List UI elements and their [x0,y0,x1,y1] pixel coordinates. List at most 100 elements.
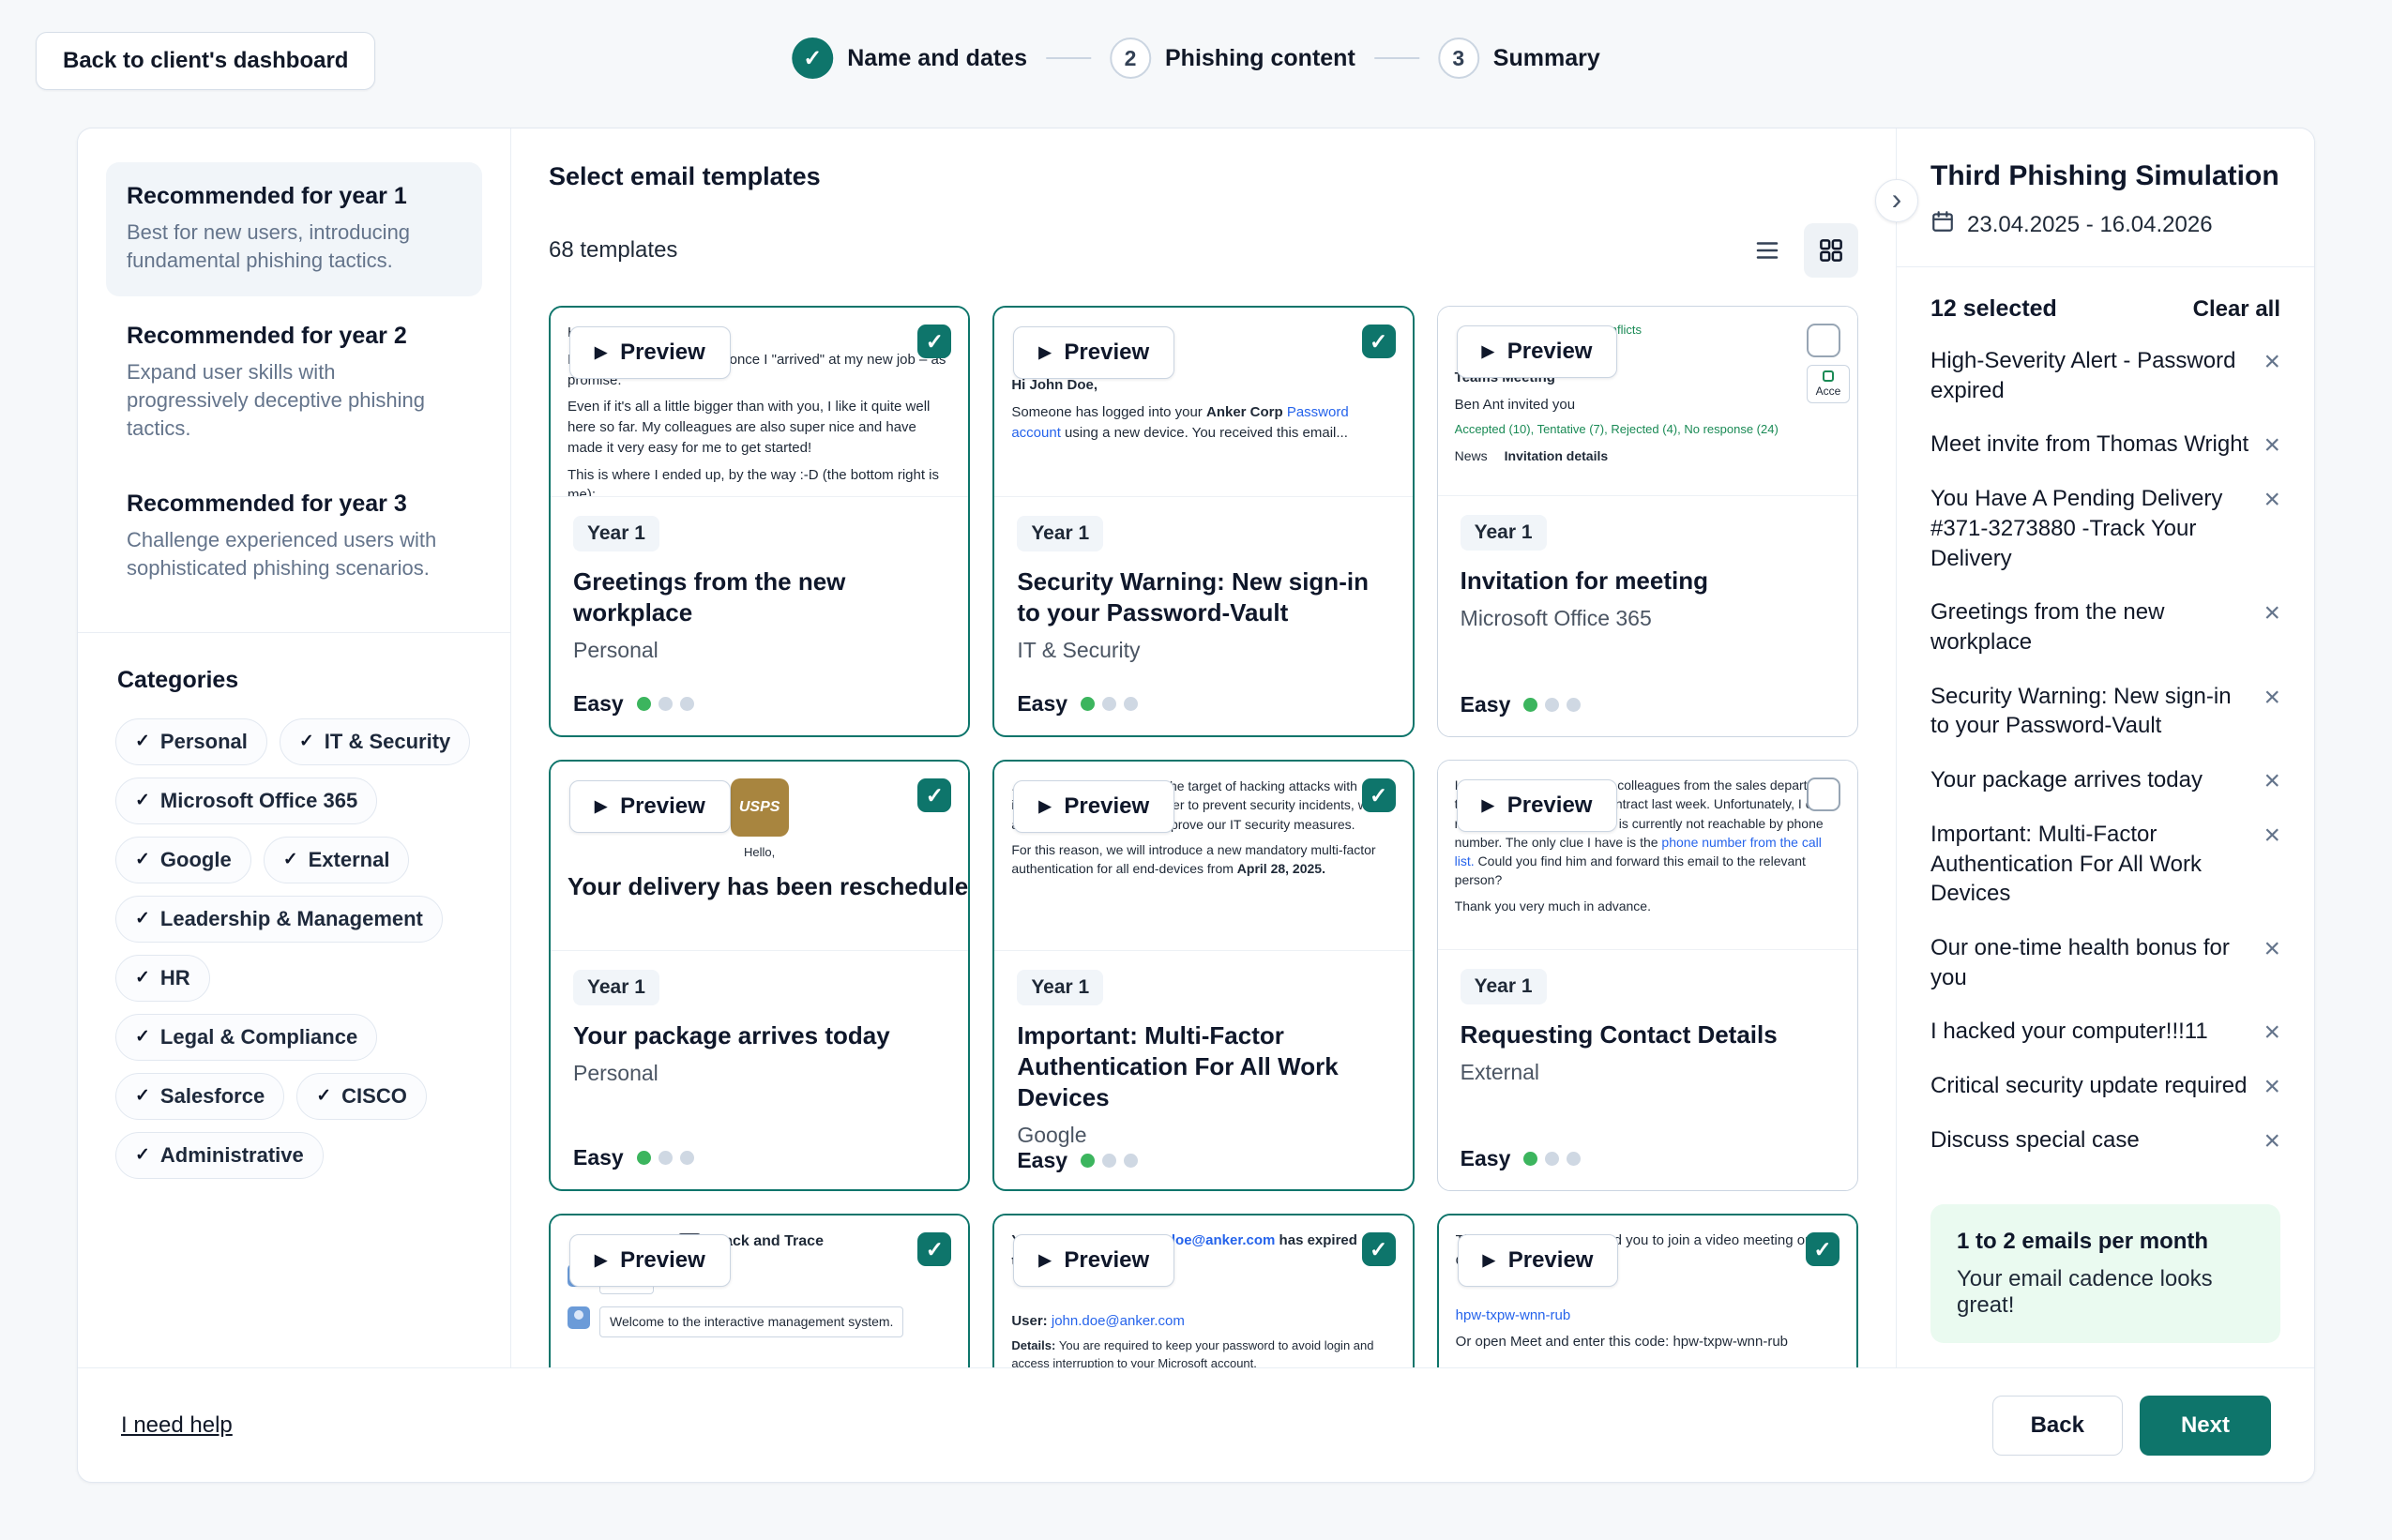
recommendation-description: Expand user skills with progressively de… [127,358,462,444]
step-name-and-dates[interactable]: ✓ Name and dates [792,38,1027,79]
selected-templates-list: High-Severity Alert - Password expired× … [1930,334,2280,1191]
preview-button[interactable]: ▶Preview [1013,1234,1174,1287]
template-checkbox[interactable]: ✓ [1362,325,1396,358]
template-checkbox[interactable]: ✓ [917,778,951,812]
selected-item-label: Important: Multi-Factor Authentication F… [1930,820,2248,909]
selected-item: You Have A Pending Delivery #371-3273880… [1930,472,2280,585]
back-to-dashboard-button[interactable]: Back to client's dashboard [36,32,375,90]
page-title: Select email templates [549,162,1858,191]
remove-icon[interactable]: × [2263,682,2280,712]
category-pill-external[interactable]: ✓External [264,837,410,883]
category-pill-google[interactable]: ✓Google [115,837,251,883]
template-checkbox[interactable] [1807,324,1840,357]
preview-button[interactable]: ▶Preview [1457,325,1618,378]
category-pill-hr[interactable]: ✓HR [115,955,210,1002]
template-card-greetings-new-workplace[interactable]: ▶Preview ✓ Hello everyone, I promised to… [549,306,970,737]
recommendation-year-3[interactable]: Recommended for year 3 Challenge experie… [106,470,482,604]
preview-button[interactable]: ▶Preview [1013,780,1174,833]
play-icon: ▶ [595,1251,607,1270]
stepper: ✓ Name and dates 2 Phishing content 3 Su… [792,38,1599,79]
category-pill-cisco[interactable]: ✓CISCO [296,1073,427,1120]
remove-icon[interactable]: × [2263,346,2280,376]
view-toggle [1740,223,1858,278]
difficulty-indicator: Easy [573,1145,946,1172]
category-label: HR [160,966,190,990]
template-card-invitation-for-meeting[interactable]: ▶Preview Acce 10:30 No conflicts Teams M… [1437,306,1858,737]
clear-all-button[interactable]: Clear all [2193,296,2280,323]
template-preview: ▶Preview ✓ Thomas Wright has invited you… [1439,1215,1856,1367]
template-checkbox[interactable]: ✓ [917,325,951,358]
category-label: CISCO [341,1084,407,1109]
grid-view-icon[interactable] [1804,223,1858,278]
remove-icon[interactable]: × [2263,597,2280,627]
category-pill-microsoft-office-365[interactable]: ✓Microsoft Office 365 [115,778,377,824]
list-view-icon[interactable] [1740,223,1794,278]
preview-button[interactable]: ▶Preview [1458,1234,1619,1287]
template-checkbox[interactable] [1807,778,1840,811]
recommendation-year-2[interactable]: Recommended for year 2 Expand user skill… [106,302,482,464]
template-preview: ▶Preview I am looking for one of your co… [1438,761,1857,950]
difficulty-indicator: Easy [1461,692,1835,719]
category-pill-administrative[interactable]: ✓Administrative [115,1132,324,1179]
preview-button[interactable]: ▶Preview [569,780,731,833]
next-button[interactable]: Next [2140,1396,2271,1456]
category-pill-personal[interactable]: ✓Personal [115,718,267,765]
help-link[interactable]: I need help [121,1412,233,1439]
selected-item-label: Security Warning: New sign-in to your Pa… [1930,682,2248,741]
preview-button[interactable]: ▶Preview [569,326,731,379]
selected-item-label: Meet invite from Thomas Wright [1930,430,2248,460]
recommendation-year-1[interactable]: Recommended for year 1 Best for new user… [106,162,482,296]
categories-heading: Categories [106,667,482,694]
remove-icon[interactable]: × [2263,1125,2280,1155]
template-card-meet-invite[interactable]: ▶Preview ✓ Thomas Wright has invited you… [1437,1214,1858,1367]
check-icon: ✓ [135,908,150,929]
template-card-track-and-trace[interactable]: ▶Preview ✓ Track and Trace Hello! Welcom… [549,1214,970,1367]
preview-button[interactable]: ▶Preview [1013,326,1174,379]
play-icon: ▶ [1038,343,1051,362]
divider [78,632,510,633]
selected-item-label: Discuss special case [1930,1125,2140,1155]
selected-item: I hacked your computer!!!11× [1930,1004,2280,1059]
template-checkbox[interactable]: ✓ [1806,1232,1839,1266]
template-card-multi-factor-authentication[interactable]: ▶Preview ✓ ...has, unfortunately, been t… [992,760,1414,1191]
remove-icon[interactable]: × [2263,430,2280,460]
template-card-security-warning[interactable]: ▶Preview ✓ Hi John Doe, Someone has logg… [992,306,1414,737]
template-card-password-expired[interactable]: ▶Preview ✓ Your password to john.doe@ank… [992,1214,1414,1367]
category-pill-it-security[interactable]: ✓IT & Security [280,718,470,765]
remove-icon[interactable]: × [2263,1071,2280,1101]
template-title: Greetings from the new workplace [573,566,946,628]
simulation-date-range: 23.04.2025 - 16.04.2026 [1967,212,2213,238]
category-pill-legal-compliance[interactable]: ✓Legal & Compliance [115,1014,377,1061]
template-grid: ▶Preview ✓ Hello everyone, I promised to… [549,306,1858,1367]
preview-button[interactable]: ▶Preview [1457,779,1618,832]
step-number: 2 [1110,38,1151,79]
remove-icon[interactable]: × [2263,484,2280,514]
step-check-icon: ✓ [792,38,833,79]
step-phishing-content[interactable]: 2 Phishing content [1110,38,1355,79]
collapse-panel-button[interactable]: › [1875,179,1918,222]
step-summary[interactable]: 3 Summary [1438,38,1600,79]
category-pill-salesforce[interactable]: ✓Salesforce [115,1073,284,1120]
selected-item: Security Warning: New sign-in to your Pa… [1930,670,2280,753]
top-bar: Back to client's dashboard ✓ Name and da… [0,0,2392,105]
template-category: External [1461,1060,1835,1085]
template-checkbox[interactable]: ✓ [1362,778,1396,812]
template-card-package-arrives[interactable]: ▶Preview ✓ USPS Hello, Your delivery has… [549,760,970,1191]
remove-icon[interactable]: × [2263,933,2280,963]
template-card-requesting-contact-details[interactable]: ▶Preview I am looking for one of your co… [1437,760,1858,1191]
selected-item-label: Critical security update required [1930,1071,2248,1101]
preview-button[interactable]: ▶Preview [569,1234,731,1287]
template-category: IT & Security [1017,638,1389,663]
selected-item-label: Our one-time health bonus for you [1930,933,2248,992]
difficulty-indicator: Easy [1461,1146,1835,1173]
category-pill-leadership-management[interactable]: ✓Leadership & Management [115,896,443,943]
remove-icon[interactable]: × [2263,765,2280,795]
simulation-title: Third Phishing Simulation [1930,160,2280,192]
recommendation-description: Challenge experienced users with sophist… [127,526,462,583]
back-button[interactable]: Back [1992,1396,2123,1456]
remove-icon[interactable]: × [2263,820,2280,850]
step-number: 3 [1438,38,1479,79]
remove-icon[interactable]: × [2263,1017,2280,1047]
template-checkbox[interactable]: ✓ [1362,1232,1396,1266]
template-checkbox[interactable]: ✓ [917,1232,951,1266]
